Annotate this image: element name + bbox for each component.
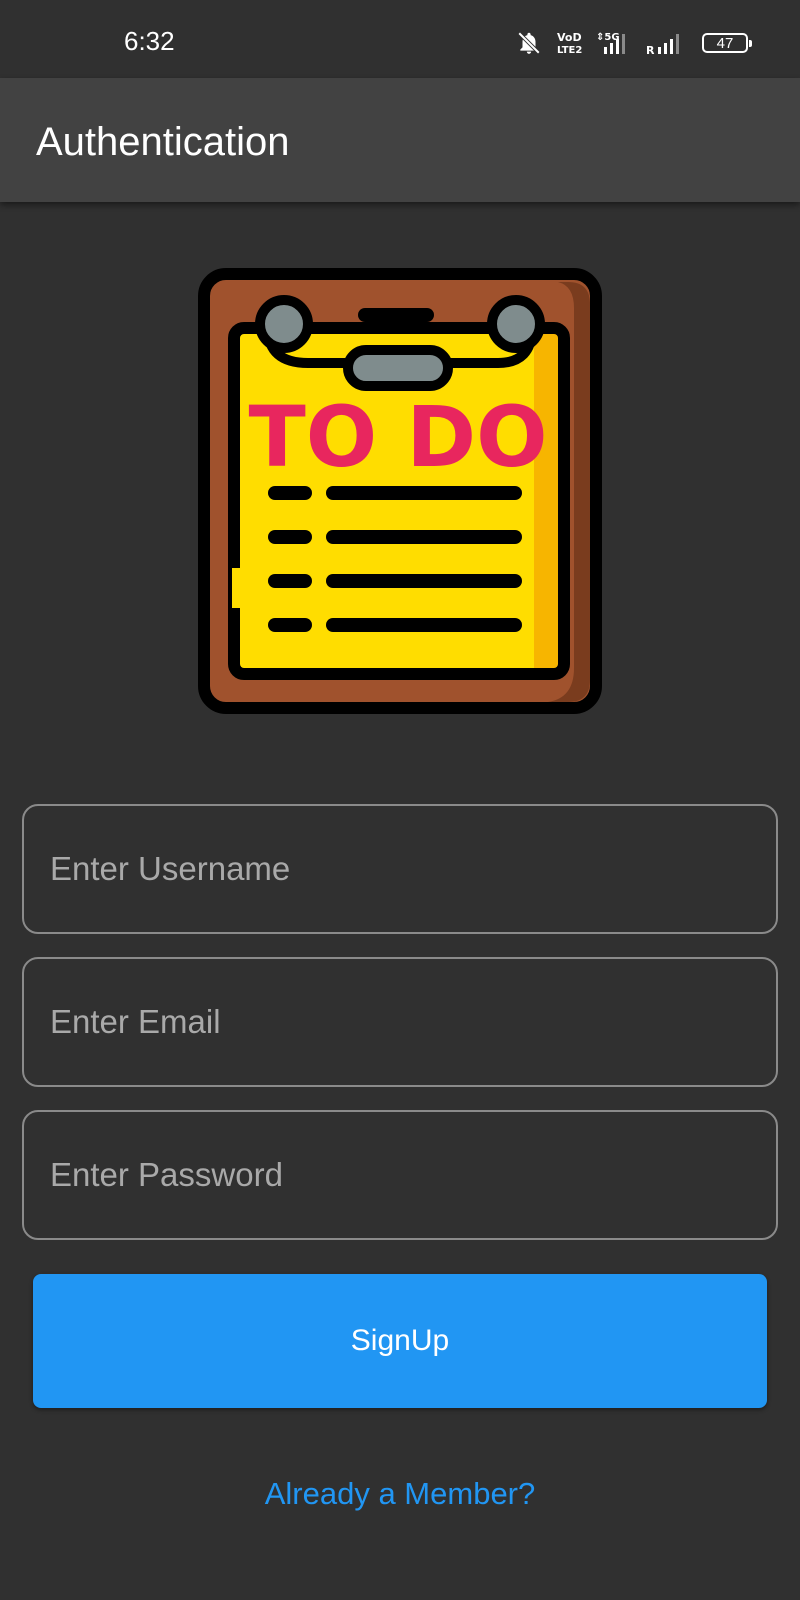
battery-icon: 47: [702, 33, 752, 53]
svg-text:LTE2: LTE2: [557, 45, 582, 56]
status-icons: VoD LTE2 ⇕5G R 47: [516, 28, 752, 58]
bell-off-icon: [516, 30, 542, 56]
password-field[interactable]: [22, 1110, 778, 1240]
username-input[interactable]: [24, 806, 776, 932]
signal-roaming-icon: R: [646, 30, 688, 56]
logo-text: TO DO: [248, 388, 547, 486]
status-bar: 6:32 VoD LTE2 ⇕5G R 47: [0, 0, 800, 78]
email-field[interactable]: [22, 957, 778, 1087]
page-title: Authentication: [36, 120, 290, 164]
battery-level: 47: [716, 34, 734, 52]
todo-clipboard-logo: TO DO: [198, 268, 602, 714]
svg-text:R: R: [646, 44, 655, 56]
username-field[interactable]: [22, 804, 778, 934]
email-input[interactable]: [24, 959, 776, 1085]
status-time: 6:32: [124, 26, 175, 56]
screen: 6:32 VoD LTE2 ⇕5G R 47 Authentication TO…: [0, 0, 800, 1600]
svg-text:VoD: VoD: [557, 31, 582, 44]
password-input[interactable]: [24, 1112, 776, 1238]
signal-5g-icon: ⇕5G: [596, 30, 632, 56]
signup-button[interactable]: SignUp: [33, 1274, 767, 1408]
app-bar: Authentication: [0, 78, 800, 202]
volte-icon: VoD LTE2: [556, 30, 582, 56]
already-member-link[interactable]: Already a Member?: [0, 1476, 800, 1512]
